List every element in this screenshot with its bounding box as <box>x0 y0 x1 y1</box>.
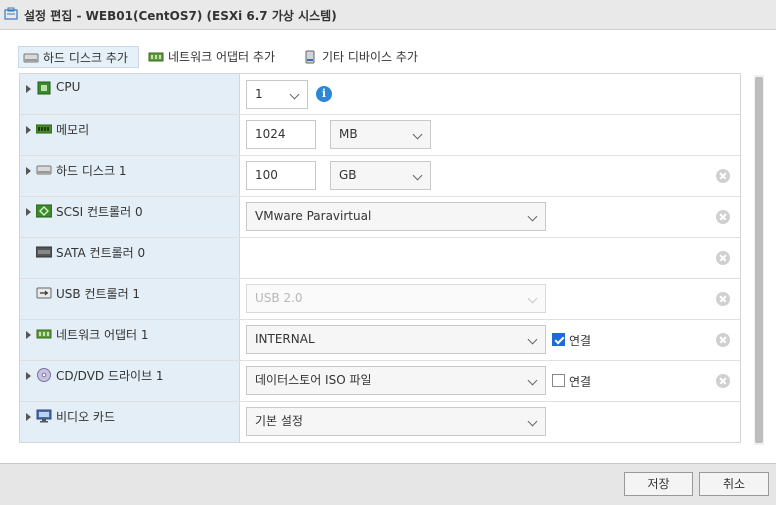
usb-icon <box>36 287 52 299</box>
add-hard-disk-label: 하드 디스크 추가 <box>43 51 128 65</box>
cancel-button[interactable]: 취소 <box>699 472 769 496</box>
vertical-scrollbar-thumb[interactable] <box>755 77 763 443</box>
vm-settings-icon <box>4 7 18 20</box>
row-label-cell: 네트워크 어댑터 1 <box>20 320 240 360</box>
expand-caret-icon[interactable] <box>26 167 31 175</box>
hard-disk-label: 하드 디스크 1 <box>56 164 127 178</box>
remove-sata-icon[interactable] <box>716 251 730 265</box>
hardware-row-usb: USB 컨트롤러 1 USB 2.0 <box>20 279 740 320</box>
cdrom-connect-label: 연결 <box>569 375 592 389</box>
hardware-row-cdrom: CD/DVD 드라이브 1 데이터스토어 ISO 파일 연결 <box>20 361 740 402</box>
cpu-icon <box>37 81 51 95</box>
video-settings-select[interactable]: 기본 설정 <box>246 407 546 436</box>
scsi-controller-icon <box>36 204 52 218</box>
remove-hard-disk-icon[interactable] <box>716 169 730 183</box>
row-label-cell: CPU <box>20 74 240 114</box>
chevron-down-icon <box>527 334 538 345</box>
nic-connect-label: 연결 <box>569 334 592 348</box>
window-titlebar: 설정 편집 - WEB01(CentOS7) (ESXi 6.7 가상 시스템) <box>0 0 776 30</box>
expand-caret-icon[interactable] <box>26 208 31 216</box>
cpu-count-select[interactable]: 1 <box>246 80 308 109</box>
remove-network-adapter-icon[interactable] <box>716 333 730 347</box>
cdrom-source-select[interactable]: 데이터스토어 ISO 파일 <box>246 366 546 395</box>
usb-label: USB 컨트롤러 1 <box>56 287 141 301</box>
remove-scsi-icon[interactable] <box>716 210 730 224</box>
chevron-down-icon <box>412 170 423 181</box>
hard-disk-icon <box>23 53 39 63</box>
add-hard-disk-button[interactable]: 하드 디스크 추가 <box>18 46 139 68</box>
network-select[interactable]: INTERNAL <box>246 325 546 354</box>
network-card-icon <box>148 52 164 62</box>
row-label-cell: 비디오 카드 <box>20 402 240 442</box>
hardware-row-network-adapter: 네트워크 어댑터 1 INTERNAL 연결 <box>20 320 740 361</box>
video-settings-value: 기본 설정 <box>255 414 303 428</box>
video-card-icon <box>36 409 52 423</box>
add-other-device-button[interactable]: 기타 디바이스 추가 <box>298 46 428 68</box>
row-label-cell: SATA 컨트롤러 0 <box>20 238 240 278</box>
memory-unit-select[interactable]: MB <box>330 120 431 149</box>
memory-size-input[interactable]: 1024 <box>246 120 316 149</box>
disk-size-value: 100 <box>255 168 278 182</box>
cdrom-connect-checkbox[interactable] <box>552 374 565 387</box>
row-label-cell: 하드 디스크 1 <box>20 156 240 196</box>
disk-unit-select[interactable]: GB <box>330 161 431 190</box>
network-card-icon <box>36 329 52 339</box>
chevron-down-icon <box>527 211 538 222</box>
expand-caret-icon[interactable] <box>26 126 31 134</box>
remove-cdrom-icon[interactable] <box>716 374 730 388</box>
hardware-row-sata: SATA 컨트롤러 0 <box>20 238 740 279</box>
chevron-down-icon <box>527 416 538 427</box>
remove-usb-icon[interactable] <box>716 292 730 306</box>
usb-type-value: USB 2.0 <box>255 291 303 305</box>
other-device-icon <box>305 50 315 64</box>
memory-unit-value: MB <box>339 127 358 141</box>
cpu-count-value: 1 <box>255 87 263 101</box>
cd-dvd-icon <box>37 368 51 382</box>
hardware-row-hard-disk: 하드 디스크 1 100 GB <box>20 156 740 197</box>
cpu-label: CPU <box>56 80 81 94</box>
scsi-label: SCSI 컨트롤러 0 <box>56 205 143 219</box>
sata-label: SATA 컨트롤러 0 <box>56 246 146 260</box>
video-card-label: 비디오 카드 <box>56 410 116 424</box>
expand-caret-icon[interactable] <box>26 85 31 93</box>
chevron-down-icon <box>527 293 538 304</box>
disk-unit-value: GB <box>339 168 357 182</box>
window-title: 설정 편집 - WEB01(CentOS7) (ESXi 6.7 가상 시스템) <box>24 9 337 23</box>
usb-type-select: USB 2.0 <box>246 284 546 313</box>
add-other-device-label: 기타 디바이스 추가 <box>322 50 418 64</box>
cdrom-source-value: 데이터스토어 ISO 파일 <box>255 373 372 387</box>
add-network-adapter-label: 네트워크 어댑터 추가 <box>168 50 275 64</box>
network-adapter-label: 네트워크 어댑터 1 <box>56 328 149 342</box>
expand-caret-icon[interactable] <box>26 331 31 339</box>
info-icon[interactable]: i <box>316 86 332 102</box>
scsi-type-select[interactable]: VMware Paravirtual <box>246 202 546 231</box>
add-network-adapter-button[interactable]: 네트워크 어댑터 추가 <box>144 46 289 68</box>
row-label-cell: USB 컨트롤러 1 <box>20 279 240 319</box>
expand-caret-icon[interactable] <box>26 372 31 380</box>
network-value: INTERNAL <box>255 332 315 346</box>
save-button[interactable]: 저장 <box>624 472 693 496</box>
disk-size-input[interactable]: 100 <box>246 161 316 190</box>
row-label-cell: 메모리 <box>20 115 240 155</box>
cdrom-label: CD/DVD 드라이브 1 <box>56 369 164 383</box>
sata-controller-icon <box>36 246 52 258</box>
hardware-list: CPU 1 i 메모리 1024 MB 하드 디스크 1 100 GB SCSI… <box>19 73 741 443</box>
hardware-row-memory: 메모리 1024 MB <box>20 115 740 156</box>
memory-icon <box>36 124 52 134</box>
row-label-cell: SCSI 컨트롤러 0 <box>20 197 240 237</box>
chevron-down-icon <box>289 89 300 100</box>
expand-caret-icon[interactable] <box>26 413 31 421</box>
nic-connect-checkbox[interactable] <box>552 333 565 346</box>
scsi-type-value: VMware Paravirtual <box>255 209 372 223</box>
hardware-row-scsi: SCSI 컨트롤러 0 VMware Paravirtual <box>20 197 740 238</box>
chevron-down-icon <box>412 129 423 140</box>
memory-label: 메모리 <box>56 123 90 137</box>
hardware-row-cpu: CPU 1 i <box>20 74 740 115</box>
memory-size-value: 1024 <box>255 127 286 141</box>
chevron-down-icon <box>527 375 538 386</box>
hard-disk-icon <box>36 165 52 175</box>
dialog-footer: 저장 취소 <box>0 463 776 505</box>
hardware-row-video: 비디오 카드 기본 설정 <box>20 402 740 442</box>
row-label-cell: CD/DVD 드라이브 1 <box>20 361 240 401</box>
